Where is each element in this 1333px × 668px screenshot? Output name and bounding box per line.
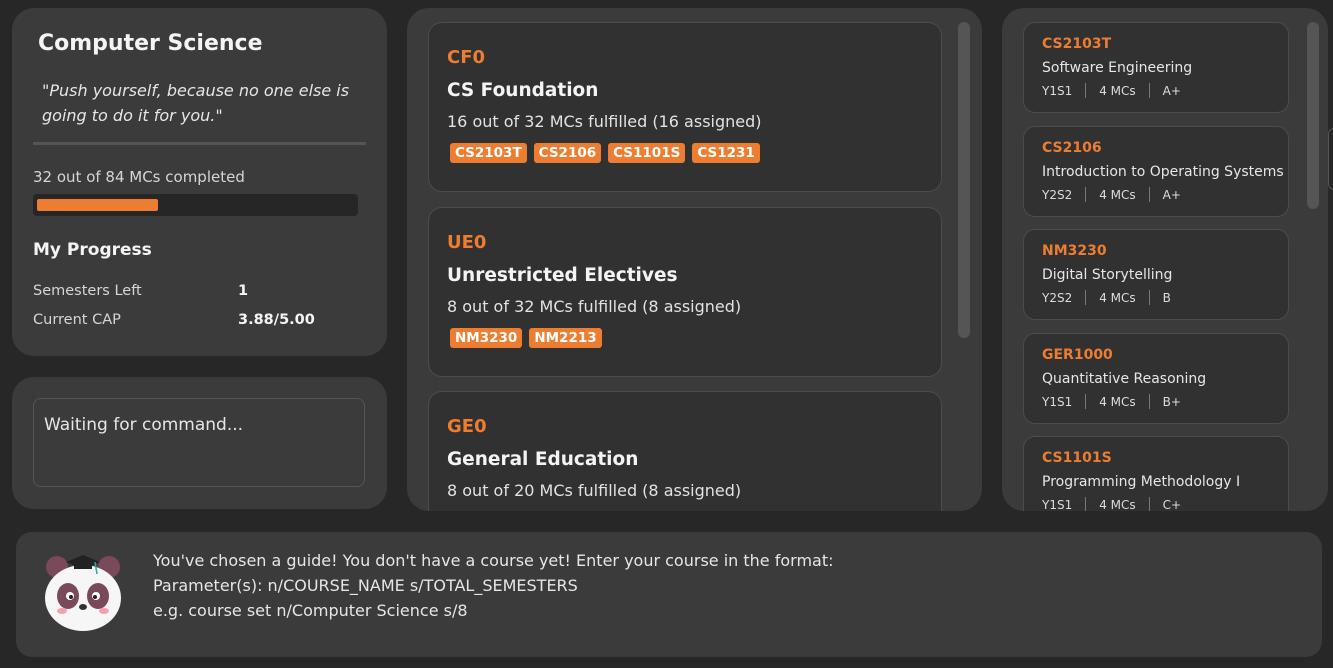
module-meta: Y1S1 4 MCs A+ — [1042, 83, 1181, 98]
module-code: GER1000 — [1042, 347, 1113, 363]
requirement-code: UE0 — [447, 232, 487, 253]
requirement-module-tags: CS2103T CS2106 CS1101S CS1231 — [450, 143, 760, 163]
module-semester: Y1S1 — [1042, 83, 1073, 98]
command-input[interactable]: Waiting for command... — [33, 398, 365, 487]
module-tag: NM3230 — [450, 328, 523, 348]
separator — [1085, 83, 1087, 98]
module-tag: CS2103T — [450, 143, 527, 163]
requirement-title: Unrestricted Electives — [447, 265, 678, 286]
module-mcs: 4 MCs — [1099, 290, 1136, 305]
module-grade: B — [1162, 290, 1171, 305]
mcs-completed-text: 32 out of 84 MCs completed — [33, 168, 245, 186]
module-mcs: 4 MCs — [1099, 187, 1136, 202]
separator — [1085, 187, 1087, 202]
module-code: CS1101S — [1042, 450, 1112, 466]
requirement-code: CF0 — [447, 47, 486, 68]
separator — [1148, 290, 1150, 305]
semesters-left-label: Semesters Left — [33, 283, 142, 299]
module-semester: Y1S1 — [1042, 497, 1073, 512]
module-name: Digital Storytelling — [1042, 267, 1173, 283]
module-code: CS2103T — [1042, 36, 1112, 52]
result-line: e.g. course set n/Computer Science s/8 — [153, 601, 468, 620]
requirement-progress: 8 out of 20 MCs fulfilled (8 assigned) — [447, 481, 742, 500]
module-name: Introduction to Operating Systems — [1042, 164, 1284, 180]
module-mcs: 4 MCs — [1099, 497, 1136, 512]
modules-panel: CS2103T Software Engineering Y1S1 4 MCs … — [1002, 8, 1328, 511]
module-meta: Y1S1 4 MCs B+ — [1042, 394, 1181, 409]
module-tag: CS1101S — [608, 143, 686, 163]
module-semester: Y2S2 — [1042, 290, 1073, 305]
result-line: Parameter(s): n/COURSE_NAME s/TOTAL_SEME… — [153, 576, 578, 595]
module-name: Quantitative Reasoning — [1042, 371, 1207, 387]
module-semester: Y2S2 — [1042, 187, 1073, 202]
requirement-progress: 16 out of 32 MCs fulfilled (16 assigned) — [447, 112, 762, 131]
requirement-card[interactable]: GE0 General Education 8 out of 20 MCs fu… — [428, 391, 942, 511]
divider — [33, 142, 366, 145]
result-message: You've chosen a guide! You don't have a … — [153, 548, 834, 623]
requirements-scrollbar[interactable] — [958, 22, 970, 338]
module-meta: Y1S1 4 MCs C+ — [1042, 497, 1181, 511]
motivational-quote: "Push yourself, because no one else is g… — [42, 81, 350, 125]
module-mcs: 4 MCs — [1099, 394, 1136, 409]
separator — [1148, 497, 1150, 511]
module-grade: A+ — [1162, 187, 1181, 202]
requirement-card[interactable]: CF0 CS Foundation 16 out of 32 MCs fulfi… — [428, 22, 942, 192]
module-tag: CS2106 — [533, 143, 602, 163]
module-name: Software Engineering — [1042, 60, 1193, 76]
module-tag: CS1231 — [692, 143, 760, 163]
separator — [1148, 187, 1150, 202]
course-summary-panel: Computer Science "Push yourself, because… — [12, 8, 387, 356]
module-card[interactable]: CS2103T Software Engineering Y1S1 4 MCs … — [1023, 22, 1289, 113]
result-display-panel: You've chosen a guide! You don't have a … — [16, 532, 1322, 657]
module-tag: NM2213 — [529, 328, 602, 348]
requirement-card[interactable]: UE0 Unrestricted Electives 8 out of 32 M… — [428, 207, 942, 377]
requirements-panel: CF0 CS Foundation 16 out of 32 MCs fulfi… — [407, 8, 982, 511]
current-cap-value: 3.88/5.00 — [238, 312, 315, 328]
module-semester: Y1S1 — [1042, 394, 1073, 409]
module-card[interactable]: GER1000 Quantitative Reasoning Y1S1 4 MC… — [1023, 333, 1289, 424]
semesters-left-value: 1 — [238, 283, 249, 299]
module-name: Programming Methodology I — [1042, 474, 1241, 490]
panda-graduate-icon — [45, 555, 121, 631]
separator — [1148, 83, 1150, 98]
current-cap-label: Current CAP — [33, 312, 121, 328]
mcs-progress-fill — [37, 199, 158, 211]
command-panel: Waiting for command... — [12, 377, 387, 509]
separator — [1148, 394, 1150, 409]
requirement-progress: 8 out of 32 MCs fulfilled (8 assigned) — [447, 297, 742, 316]
separator — [1085, 497, 1087, 511]
separator — [1085, 290, 1087, 305]
module-meta: Y2S2 4 MCs A+ — [1042, 187, 1181, 202]
module-card[interactable]: NM3230 Digital Storytelling Y2S2 4 MCs B — [1023, 229, 1289, 320]
separator — [1085, 394, 1087, 409]
result-line: You've chosen a guide! You don't have a … — [153, 551, 834, 570]
my-progress-title: My Progress — [33, 240, 152, 260]
module-grade: A+ — [1162, 83, 1181, 98]
module-card[interactable]: CS2106 Introduction to Operating Systems… — [1023, 126, 1289, 217]
module-mcs: 4 MCs — [1099, 83, 1136, 98]
requirement-module-tags: NM3230 NM2213 — [450, 328, 602, 348]
side-edge-tab — [1328, 128, 1333, 190]
module-code: CS2106 — [1042, 140, 1102, 156]
module-grade: B+ — [1162, 394, 1181, 409]
modules-scrollbar[interactable] — [1307, 22, 1319, 209]
mcs-progress-bar — [33, 194, 358, 216]
module-grade: C+ — [1162, 497, 1182, 512]
module-code: NM3230 — [1042, 243, 1107, 259]
course-title: Computer Science — [38, 31, 263, 56]
module-meta: Y2S2 4 MCs B — [1042, 290, 1171, 305]
requirement-code: GE0 — [447, 416, 487, 437]
requirement-title: General Education — [447, 449, 639, 470]
requirement-title: CS Foundation — [447, 80, 599, 101]
module-card[interactable]: CS1101S Programming Methodology I Y1S1 4… — [1023, 436, 1289, 511]
